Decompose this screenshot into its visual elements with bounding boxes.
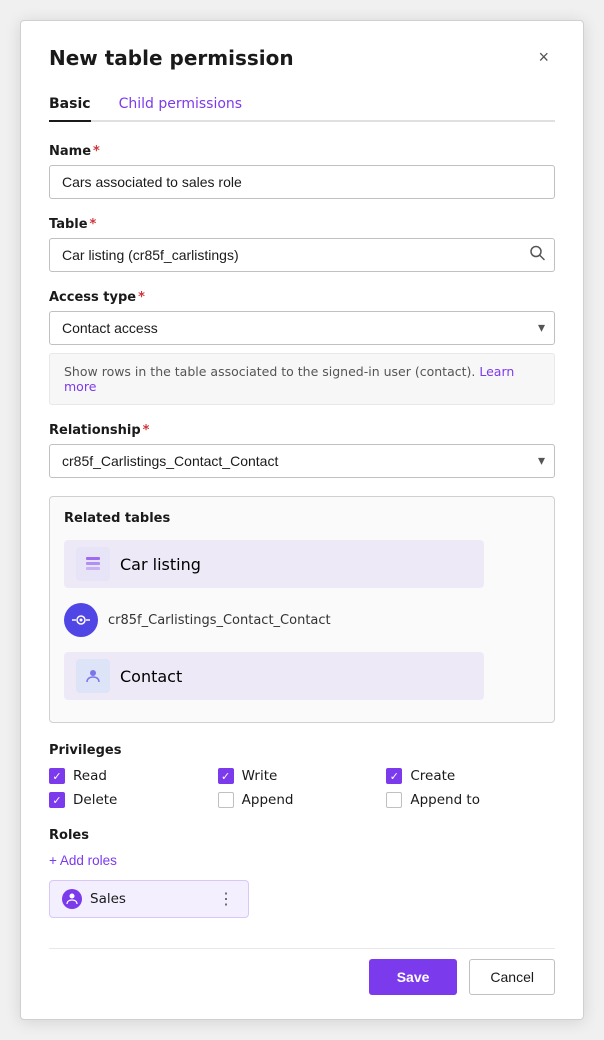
role-chip-left: Sales xyxy=(62,889,126,909)
relationship-select-wrap: cr85f_Carlistings_Contact_Contact ▾ xyxy=(49,444,555,478)
access-type-select[interactable]: Contact access xyxy=(49,311,555,345)
relation-icon-box xyxy=(64,603,98,637)
tab-basic[interactable]: Basic xyxy=(49,88,91,122)
related-tables-box: Related tables Car listing xyxy=(49,496,555,723)
role-chip-sales: Sales ⋮ xyxy=(49,880,249,918)
privilege-read: Read xyxy=(49,768,218,784)
append-label: Append xyxy=(242,792,294,808)
role-icon-sales xyxy=(62,889,82,909)
append-to-checkbox[interactable] xyxy=(386,792,402,808)
car-listing-label: Car listing xyxy=(120,555,201,574)
relation-row: cr85f_Carlistings_Contact_Contact xyxy=(64,596,343,644)
related-tables-title: Related tables xyxy=(64,511,540,526)
access-type-info-box: Show rows in the table associated to the… xyxy=(49,353,555,405)
related-tables-items: Car listing cr85f_Carlistings_Contact_Co… xyxy=(64,540,540,708)
relationship-field-group: Relationship * cr85f_Carlistings_Contact… xyxy=(49,423,555,478)
table-label: Table * xyxy=(49,217,555,232)
privileges-section: Privileges Read Write Create Delete Appe… xyxy=(49,743,555,808)
contact-icon-box xyxy=(76,659,110,693)
modal-title: New table permission xyxy=(49,46,294,70)
table-field-group: Table * xyxy=(49,217,555,272)
table-input-wrap xyxy=(49,238,555,272)
modal-header: New table permission × xyxy=(49,45,555,70)
tab-child-permissions[interactable]: Child permissions xyxy=(119,88,243,122)
privileges-title: Privileges xyxy=(49,743,555,758)
privilege-append-to: Append to xyxy=(386,792,555,808)
delete-checkbox[interactable] xyxy=(49,792,65,808)
privilege-delete: Delete xyxy=(49,792,218,808)
privilege-write: Write xyxy=(218,768,387,784)
contact-icon xyxy=(84,667,102,685)
add-roles-button[interactable]: + Add roles xyxy=(49,853,117,868)
save-button[interactable]: Save xyxy=(369,959,458,995)
person-icon xyxy=(65,892,79,906)
name-input[interactable] xyxy=(49,165,555,199)
role-label-sales: Sales xyxy=(90,891,126,907)
roles-title: Roles xyxy=(49,828,555,843)
related-table-item-contact: Contact xyxy=(64,652,540,700)
access-type-field-group: Access type * Contact access ▾ xyxy=(49,290,555,345)
access-type-required: * xyxy=(138,290,145,305)
car-listing-row: Car listing xyxy=(64,540,484,588)
append-to-label: Append to xyxy=(410,792,480,808)
relationship-required: * xyxy=(143,423,150,438)
name-label: Name * xyxy=(49,144,555,159)
privilege-append: Append xyxy=(218,792,387,808)
cancel-button[interactable]: Cancel xyxy=(469,959,555,995)
name-field-group: Name * xyxy=(49,144,555,199)
search-icon xyxy=(529,245,545,261)
privileges-grid: Read Write Create Delete Append Append t… xyxy=(49,768,555,808)
contact-row: Contact xyxy=(64,652,484,700)
related-table-item-relation: cr85f_Carlistings_Contact_Contact xyxy=(64,596,540,644)
access-type-info-text: Show rows in the table associated to the… xyxy=(64,364,475,379)
append-checkbox[interactable] xyxy=(218,792,234,808)
footer-buttons: Save Cancel xyxy=(49,948,555,995)
table-required: * xyxy=(90,217,97,232)
read-label: Read xyxy=(73,768,107,784)
read-checkbox[interactable] xyxy=(49,768,65,784)
access-type-select-wrap: Contact access ▾ xyxy=(49,311,555,345)
close-button[interactable]: × xyxy=(532,45,555,70)
name-required: * xyxy=(93,144,100,159)
create-label: Create xyxy=(410,768,455,784)
roles-section: Roles + Add roles Sales ⋮ xyxy=(49,828,555,918)
tab-bar: Basic Child permissions xyxy=(49,88,555,122)
table-input[interactable] xyxy=(49,238,555,272)
role-menu-button-sales[interactable]: ⋮ xyxy=(216,889,236,909)
table-search-button[interactable] xyxy=(529,245,545,266)
write-label: Write xyxy=(242,768,278,784)
create-checkbox[interactable] xyxy=(386,768,402,784)
write-checkbox[interactable] xyxy=(218,768,234,784)
table-icon-box xyxy=(76,547,110,581)
relationship-label: Relationship * xyxy=(49,423,555,438)
relation-icon xyxy=(72,611,90,629)
modal-container: New table permission × Basic Child permi… xyxy=(20,20,584,1020)
table-icon xyxy=(84,555,102,573)
access-type-label: Access type * xyxy=(49,290,555,305)
relationship-select[interactable]: cr85f_Carlistings_Contact_Contact xyxy=(49,444,555,478)
privilege-create: Create xyxy=(386,768,555,784)
related-table-item-car-listing: Car listing xyxy=(64,540,540,588)
contact-label: Contact xyxy=(120,667,182,686)
delete-label: Delete xyxy=(73,792,117,808)
relation-label: cr85f_Carlistings_Contact_Contact xyxy=(108,613,331,628)
